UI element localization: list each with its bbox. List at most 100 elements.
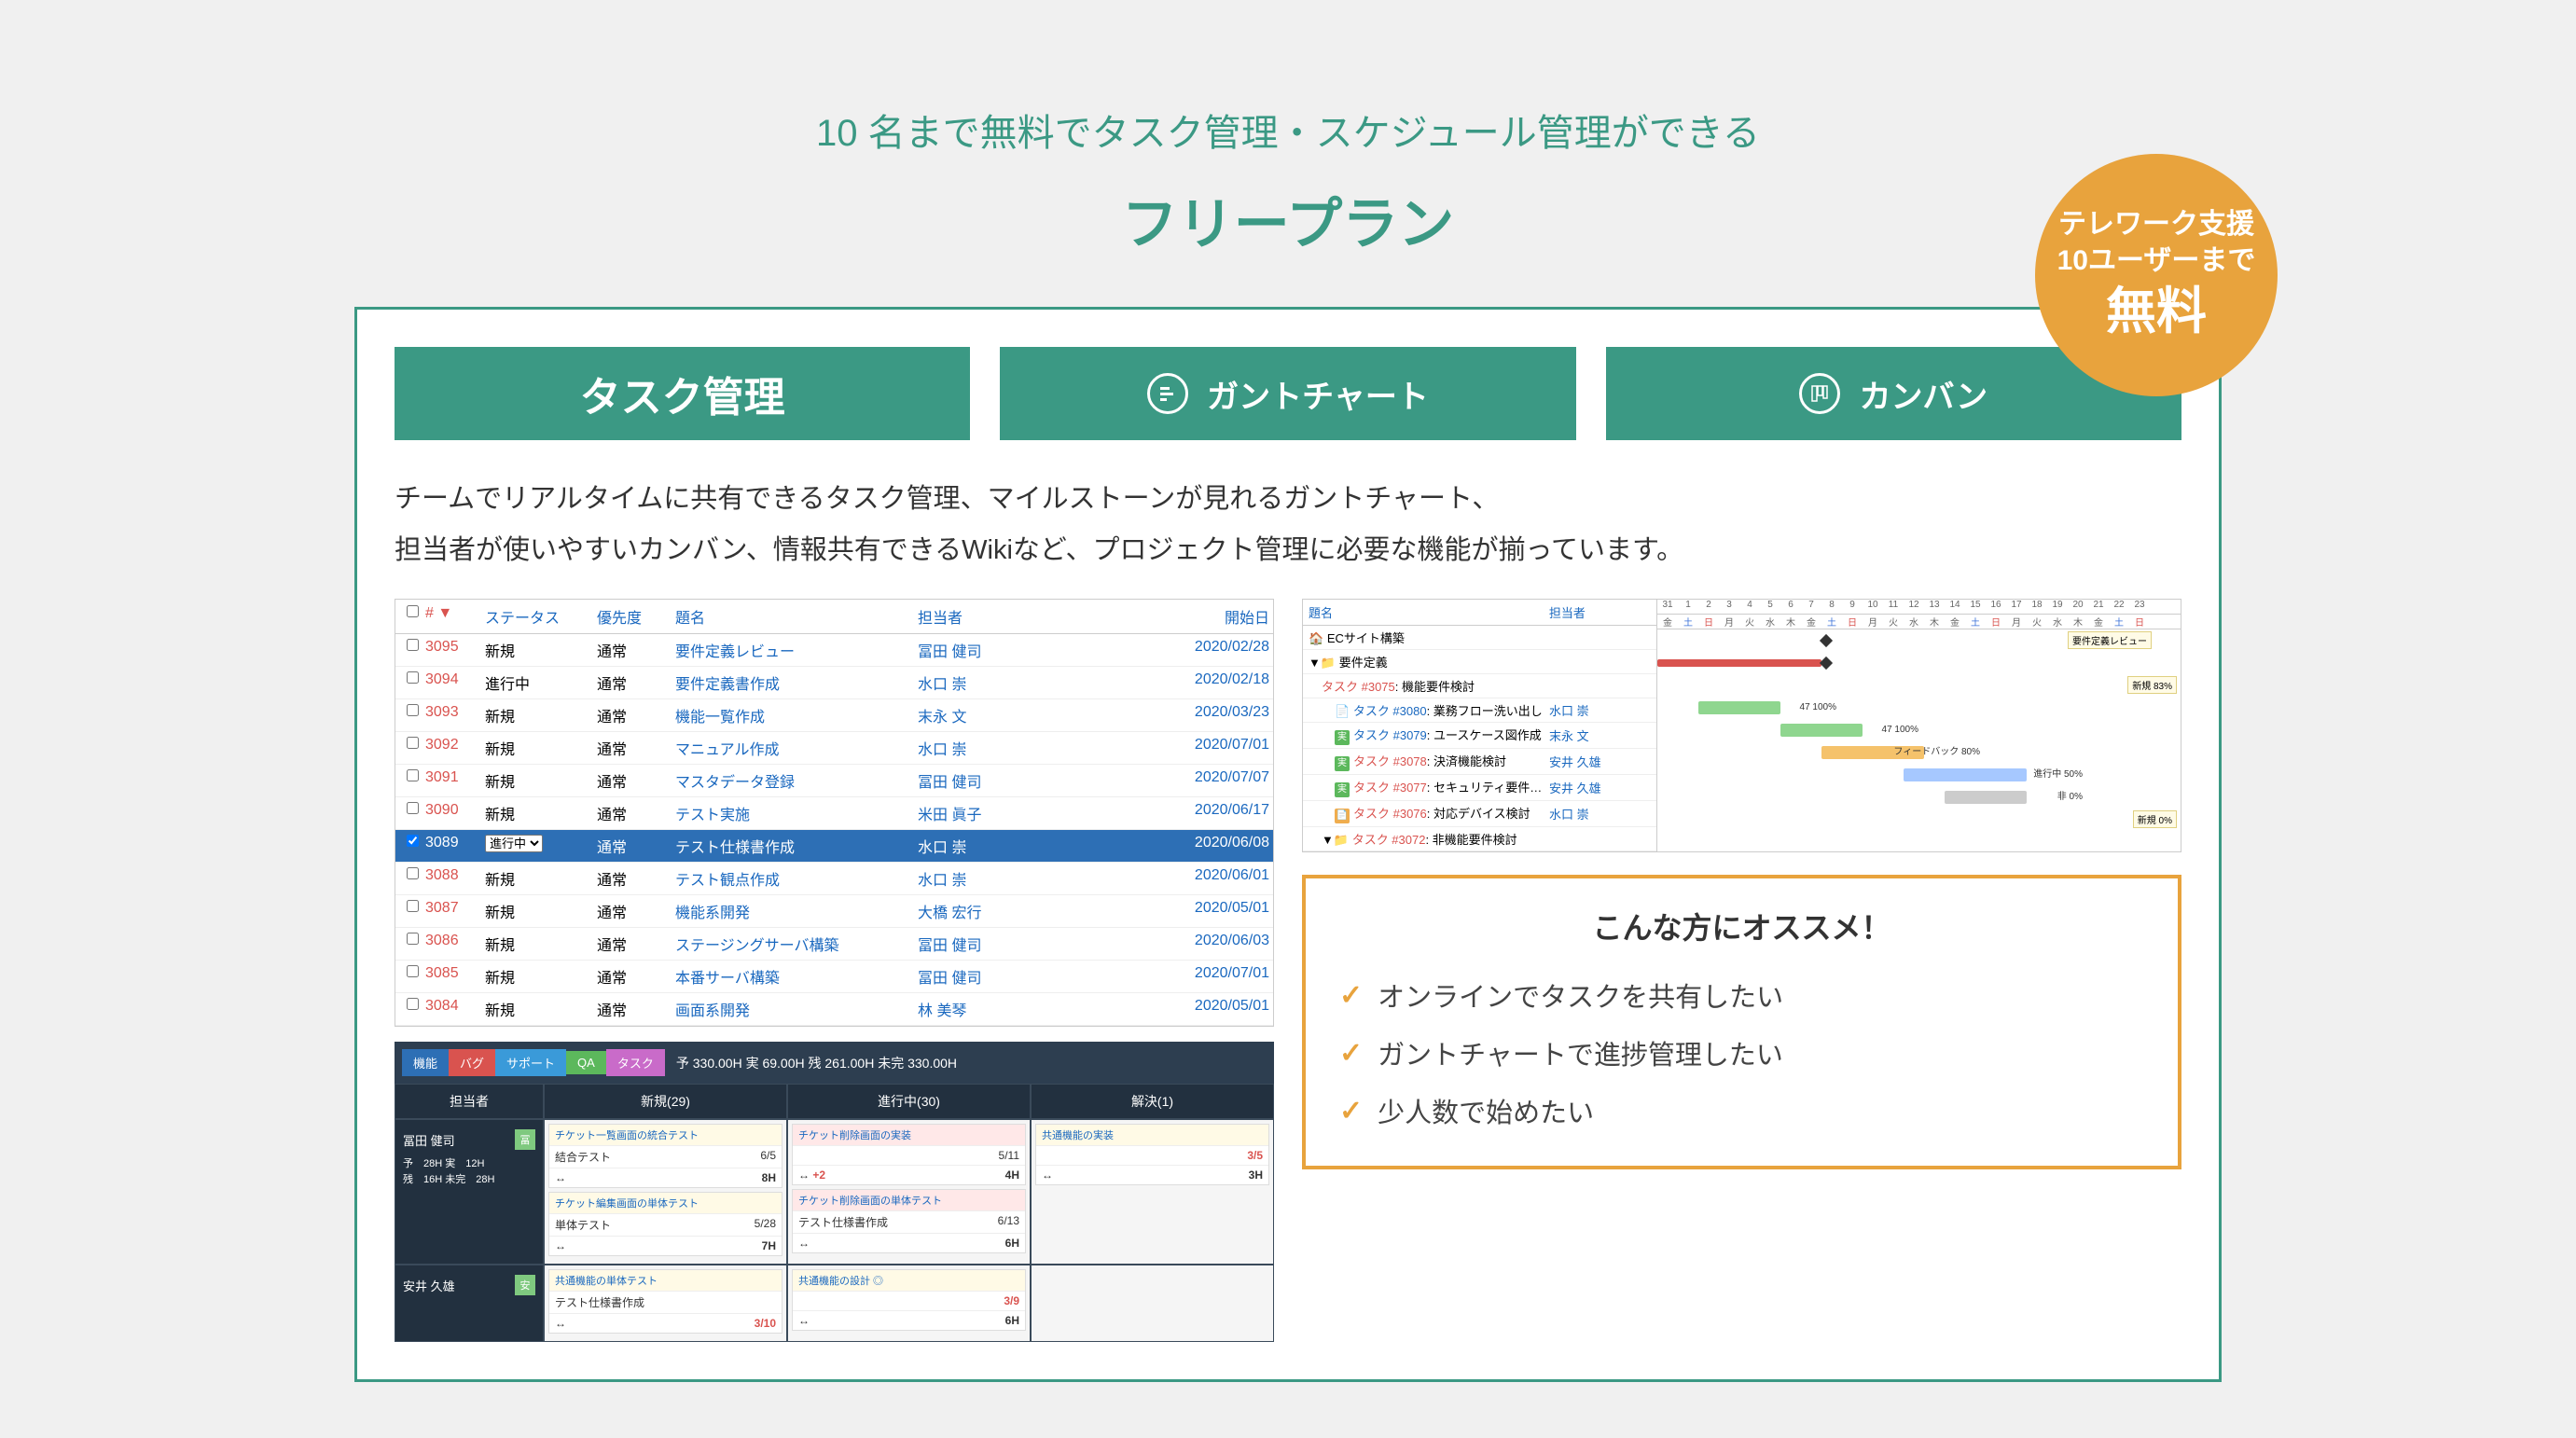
kanban-cell-done: 共通機能の実装3/5↔3H [1031, 1119, 1274, 1265]
gantt-bar[interactable]: フィードバック 80% [1821, 746, 1924, 759]
check-icon: ✓ [1339, 1037, 1363, 1070]
task-type-icon: 実 [1335, 782, 1350, 797]
col-start[interactable]: 開始日 [1157, 605, 1269, 628]
task-title: 本番サーバ構築 [675, 965, 918, 988]
col-id[interactable]: # ▼ [425, 605, 485, 628]
task-row[interactable]: 3091 新規 通常 マスタデータ登録 冨田 健司 2020/07/07 [395, 765, 1273, 797]
task-row[interactable]: 3087 新規 通常 機能系開発 大橋 宏行 2020/05/01 [395, 895, 1273, 928]
filter-tag[interactable]: QA [566, 1051, 606, 1074]
day-name: 金 [1801, 615, 1821, 629]
day-name: 火 [2027, 615, 2047, 629]
task-row[interactable]: 3095 新規 通常 要件定義レビュー 冨田 健司 2020/02/28 [395, 634, 1273, 667]
gantt-row[interactable]: 実タスク #3078: 決済機能検討安井 久雄 [1303, 749, 1656, 775]
row-checkbox[interactable] [407, 998, 419, 1010]
gantt-row[interactable]: 📄タスク #3076: 対応デバイス検討水口 崇 [1303, 801, 1656, 827]
check-icon: ✓ [1339, 1095, 1363, 1127]
gantt-task-title: 要件定義 [1339, 656, 1388, 670]
task-row[interactable]: 3084 新規 通常 画面系開発 林 美琴 2020/05/01 [395, 993, 1273, 1026]
task-row[interactable]: 3089 進行中 通常 テスト仕様書作成 水口 崇 2020/06/08 [395, 830, 1273, 863]
gantt-bar[interactable]: 非 0% [1945, 791, 2027, 804]
kanban-card[interactable]: チケット一覧画面の統合テスト結合テスト6/5↔8H [548, 1124, 782, 1188]
row-checkbox[interactable] [407, 671, 419, 684]
kanban-card[interactable]: 共通機能の単体テストテスト仕様書作成↔3/10 [548, 1269, 782, 1334]
col-title[interactable]: 題名 [675, 605, 918, 628]
badge-line2: 10ユーザーまで [2057, 242, 2256, 279]
select-all-checkbox[interactable] [407, 605, 419, 617]
tab-0[interactable]: タスク管理 [395, 347, 970, 440]
folder-icon: 🏠 [1309, 631, 1323, 645]
row-checkbox[interactable] [407, 639, 419, 651]
gantt-row[interactable]: ▼📁 タスク #3072: 非機能要件検討 [1303, 827, 1656, 851]
card-epic: チケット編集画面の単体テスト [549, 1193, 782, 1213]
gantt-bar[interactable]: 47 100% [1698, 701, 1780, 714]
row-checkbox[interactable] [407, 900, 419, 912]
day-number: 17 [2006, 600, 2027, 614]
kanban-assignee: 安安井 久雄 [395, 1265, 544, 1342]
gantt-bar[interactable]: 47 100% [1780, 724, 1863, 737]
gantt-row[interactable]: 実タスク #3077: セキュリティ要件検討安井 久雄 [1303, 775, 1656, 801]
folder-icon: ▼📁 [1309, 656, 1336, 670]
task-id: 3094 [425, 671, 485, 694]
row-checkbox[interactable] [407, 867, 419, 879]
task-row[interactable]: 3086 新規 通常 ステージングサーバ構築 冨田 健司 2020/06/03 [395, 928, 1273, 961]
day-name: 土 [2109, 615, 2129, 629]
filter-tag[interactable]: タスク [606, 1049, 665, 1076]
kanban-column-header: 進行中(30) [787, 1084, 1031, 1119]
day-name: 月 [1719, 615, 1739, 629]
gantt-bar[interactable] [1657, 659, 1821, 667]
task-row[interactable]: 3090 新規 通常 テスト実施 米田 眞子 2020/06/17 [395, 797, 1273, 830]
row-checkbox[interactable] [407, 802, 419, 814]
row-checkbox[interactable] [407, 835, 419, 847]
row-checkbox[interactable] [407, 933, 419, 945]
recommend-item: ✓少人数で始めたい [1339, 1082, 2144, 1140]
main-panel: タスク管理ガントチャートカンバン チームでリアルタイムに共有できるタスク管理、マ… [354, 307, 2222, 1382]
filter-tag[interactable]: バグ [449, 1049, 495, 1076]
filter-tag[interactable]: サポート [495, 1049, 566, 1076]
recommend-box: こんな方にオススメ！ ✓オンラインでタスクを共有したい✓ガントチャートで進捗管理… [1302, 875, 2181, 1169]
gantt-row[interactable]: タスク #3075: 機能要件検討 [1303, 674, 1656, 698]
tab-label: ガントチャート [1207, 371, 1429, 417]
kanban-cell-new: チケット一覧画面の統合テスト結合テスト6/5↔8Hチケット編集画面の単体テスト単… [544, 1119, 787, 1265]
task-row[interactable]: 3094 進行中 通常 要件定義書作成 水口 崇 2020/02/18 [395, 667, 1273, 699]
task-id: 3086 [425, 933, 485, 955]
gantt-row[interactable]: ▼📁 要件定義 [1303, 650, 1656, 674]
task-assignee: 冨田 健司 [918, 933, 1030, 955]
gantt-task-title: : 機能要件検討 [1395, 680, 1475, 694]
status-select[interactable]: 進行中 [485, 835, 543, 852]
row-checkbox[interactable] [407, 704, 419, 716]
col-assignee[interactable]: 担当者 [918, 605, 1030, 628]
kanban-cell-done [1031, 1265, 1274, 1342]
gantt-row[interactable]: 実タスク #3079: ユースケース図作成末永 文 [1303, 723, 1656, 749]
task-row[interactable]: 3088 新規 通常 テスト観点作成 水口 崇 2020/06/01 [395, 863, 1273, 895]
day-name: 火 [1883, 615, 1904, 629]
kanban-card[interactable]: チケット削除画面の単体テストテスト仕様書作成6/13↔6H [792, 1189, 1026, 1253]
gantt-row[interactable]: 📄 タスク #3080: 業務フロー洗い出し水口 崇 [1303, 698, 1656, 723]
task-title: 要件定義書作成 [675, 671, 918, 694]
row-checkbox[interactable] [407, 965, 419, 977]
task-id: 3088 [425, 867, 485, 890]
task-start: 2020/07/01 [1157, 737, 1269, 759]
task-row[interactable]: 3092 新規 通常 マニュアル作成 水口 崇 2020/07/01 [395, 732, 1273, 765]
gantt-row[interactable]: 🏠 ECサイト構築 [1303, 626, 1656, 650]
filter-tag[interactable]: 機能 [402, 1049, 449, 1076]
task-row[interactable]: 3085 新規 通常 本番サーバ構築 冨田 健司 2020/07/01 [395, 961, 1273, 993]
task-row[interactable]: 3093 新規 通常 機能一覧作成 末永 文 2020/03/23 [395, 699, 1273, 732]
kanban-card[interactable]: チケット編集画面の単体テスト単体テスト5/28↔7H [548, 1192, 782, 1256]
task-priority: 通常 [597, 802, 675, 824]
gantt-bar[interactable]: 進行中 50% [1904, 768, 2027, 781]
assignee-avatar: 安 [515, 1275, 535, 1295]
kanban-card[interactable]: チケット削除画面の実装5/11↔ +24H [792, 1124, 1026, 1185]
col-priority[interactable]: 優先度 [597, 605, 675, 628]
tab-1[interactable]: ガントチャート [1000, 347, 1575, 440]
day-number: 22 [2109, 600, 2129, 614]
recommend-text: ガントチャートで進捗管理したい [1378, 1033, 1783, 1072]
gantt-task-id: タスク #3072 [1352, 833, 1426, 847]
col-status[interactable]: ステータス [485, 605, 597, 628]
row-checkbox[interactable] [407, 769, 419, 781]
row-checkbox[interactable] [407, 737, 419, 749]
day-number: 2 [1698, 600, 1719, 614]
task-start: 2020/06/03 [1157, 933, 1269, 955]
kanban-card[interactable]: 共通機能の実装3/5↔3H [1035, 1124, 1269, 1185]
task-start: 2020/02/28 [1157, 639, 1269, 661]
kanban-card[interactable]: 共通機能の設計 ◎3/9↔6H [792, 1269, 1026, 1331]
